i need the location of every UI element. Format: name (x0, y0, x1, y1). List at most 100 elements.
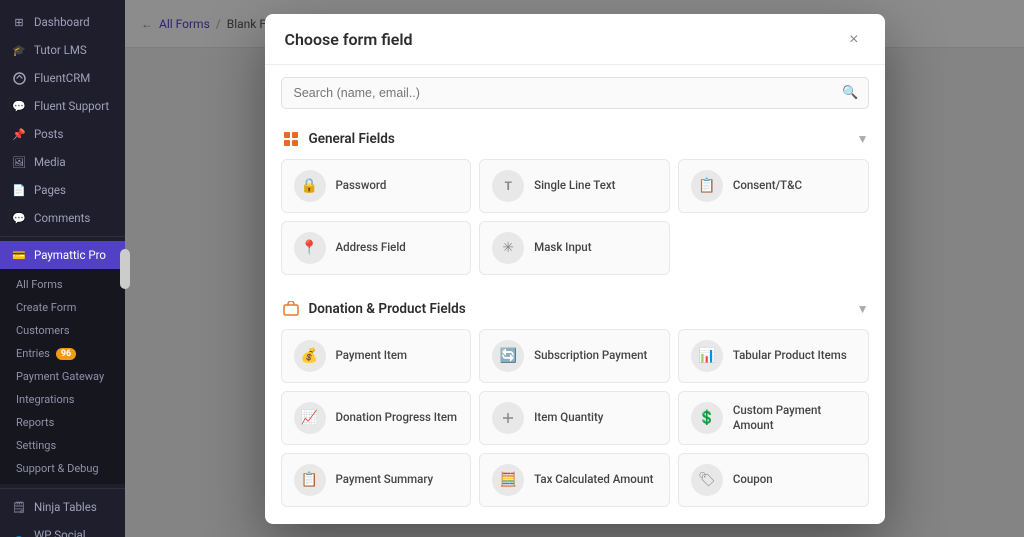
sidebar-item-fluent-crm[interactable]: FluentCRM (0, 64, 125, 92)
field-icon-coupon: 🏷 (691, 464, 723, 496)
field-item-subscription-payment[interactable]: 🔄 Subscription Payment (479, 329, 670, 383)
modal-search-area: 🔍 (265, 65, 885, 121)
sub-item-reports[interactable]: Reports (0, 411, 125, 434)
sidebar-item-wp-social-ninja[interactable]: 🌐 WP Social Ninja (0, 521, 125, 537)
field-label-password: Password (336, 178, 387, 193)
donation-product-fields-grid: 💰 Payment Item 🔄 Subscription Payment 📊 … (281, 329, 869, 507)
fluent-crm-icon (12, 71, 26, 85)
field-item-tabular-product-items[interactable]: 📊 Tabular Product Items (678, 329, 869, 383)
field-label-mask-input: Mask Input (534, 240, 591, 255)
field-icon-consent-tc: 📋 (691, 170, 723, 202)
sidebar-item-label: Dashboard (34, 15, 90, 29)
modal-close-button[interactable]: × (843, 30, 864, 50)
sidebar-item-pages[interactable]: 📄 Pages (0, 176, 125, 204)
field-item-custom-payment-amount[interactable]: 💲 Custom Payment Amount (678, 391, 869, 445)
modal-title: Choose form field (285, 30, 413, 49)
sidebar-item-posts[interactable]: 📌 Posts (0, 120, 125, 148)
sidebar-item-label: Pages (34, 183, 66, 197)
field-label-consent-tc: Consent/T&C (733, 178, 802, 193)
section-title-row: General Fields (281, 129, 395, 149)
sidebar-item-dashboard[interactable]: ⊞ Dashboard (0, 8, 125, 36)
section-title-row-2: Donation & Product Fields (281, 299, 466, 319)
field-item-payment-item[interactable]: 💰 Payment Item (281, 329, 472, 383)
pages-icon: 📄 (12, 183, 26, 197)
donation-product-fields-icon (281, 299, 301, 319)
posts-icon: 📌 (12, 127, 26, 141)
donation-product-fields-title: Donation & Product Fields (309, 301, 466, 317)
field-item-coupon[interactable]: 🏷 Coupon (678, 453, 869, 507)
sidebar-divider-2 (0, 488, 125, 489)
field-item-password[interactable]: 🔒 Password (281, 159, 472, 213)
section-donation-product-fields-header[interactable]: Donation & Product Fields ▼ (281, 291, 869, 329)
section-general-fields-header[interactable]: General Fields ▼ (281, 121, 869, 159)
sidebar-top: ⊞ Dashboard 🎓 Tutor LMS FluentCRM 💬 Flue… (0, 0, 125, 537)
sub-item-label: Payment Gateway (16, 370, 104, 383)
modal-dialog: Choose form field × 🔍 (265, 14, 885, 524)
sidebar-item-label: FluentCRM (34, 71, 90, 85)
field-label-payment-summary: Payment Summary (336, 472, 434, 487)
fluent-support-icon: 💬 (12, 99, 26, 113)
sidebar-item-tutor-lms[interactable]: 🎓 Tutor LMS (0, 36, 125, 64)
field-item-donation-progress-item[interactable]: 📈 Donation Progress Item (281, 391, 472, 445)
sub-item-label: Integrations (16, 393, 74, 406)
general-fields-chevron: ▼ (857, 132, 869, 146)
sub-item-settings[interactable]: Settings (0, 434, 125, 457)
sidebar-item-comments[interactable]: 💬 Comments (0, 204, 125, 232)
general-fields-title: General Fields (309, 131, 395, 147)
field-label-payment-item: Payment Item (336, 348, 408, 363)
field-icon-tabular-product-items: 📊 (691, 340, 723, 372)
sidebar-divider (0, 236, 125, 237)
section-payment-method-fields: Payment Method Fields ▼ 💳 Choose Payment… (281, 523, 869, 524)
field-item-payment-summary[interactable]: 📋 Payment Summary (281, 453, 472, 507)
field-label-single-line-text: Single Line Text (534, 178, 615, 193)
field-item-mask-input[interactable]: ✳ Mask Input (479, 221, 670, 275)
field-item-single-line-text[interactable]: T Single Line Text (479, 159, 670, 213)
sub-item-label: Reports (16, 416, 54, 429)
sidebar-item-label: Posts (34, 127, 63, 141)
sidebar-item-label: WP Social Ninja (34, 528, 113, 537)
dashboard-icon: ⊞ (12, 15, 26, 29)
field-icon-donation-progress-item: 📈 (294, 402, 326, 434)
field-icon-subscription-payment: 🔄 (492, 340, 524, 372)
sidebar-item-media[interactable]: 🖼 Media (0, 148, 125, 176)
field-item-address-field[interactable]: 📍 Address Field (281, 221, 472, 275)
sidebar-item-label: Comments (34, 211, 90, 225)
sidebar-item-fluent-support[interactable]: 💬 Fluent Support (0, 92, 125, 120)
sub-item-all-forms[interactable]: All Forms (0, 273, 125, 296)
section-donation-product-fields: Donation & Product Fields ▼ 💰 Payment It… (281, 291, 869, 507)
ninja-tables-icon: 🗒 (12, 500, 26, 514)
sub-item-customers[interactable]: Customers (0, 319, 125, 342)
sub-item-label: Support & Debug (16, 462, 99, 475)
field-icon-address-field: 📍 (294, 232, 326, 264)
sub-item-label: Customers (16, 324, 70, 337)
entries-badge: 96 (56, 348, 76, 360)
field-label-subscription-payment: Subscription Payment (534, 348, 647, 363)
field-item-item-quantity[interactable]: Item Quantity (479, 391, 670, 445)
sub-item-create-form[interactable]: Create Form (0, 296, 125, 319)
sub-item-payment-gateway[interactable]: Payment Gateway (0, 365, 125, 388)
field-icon-tax-calculated-amount: 🧮 (492, 464, 524, 496)
field-icon-mask-input: ✳ (492, 232, 524, 264)
modal-body[interactable]: General Fields ▼ 🔒 Password T Single Lin… (265, 121, 885, 524)
sub-item-support-debug[interactable]: Support & Debug (0, 457, 125, 480)
field-item-tax-calculated-amount[interactable]: 🧮 Tax Calculated Amount (479, 453, 670, 507)
field-item-consent-tc[interactable]: 📋 Consent/T&C (678, 159, 869, 213)
field-icon-payment-summary: 📋 (294, 464, 326, 496)
field-label-address-field: Address Field (336, 240, 406, 255)
sidebar: ⊞ Dashboard 🎓 Tutor LMS FluentCRM 💬 Flue… (0, 0, 125, 537)
search-input[interactable] (281, 77, 869, 109)
sub-item-integrations[interactable]: Integrations (0, 388, 125, 411)
sub-item-entries[interactable]: Entries 96 (0, 342, 125, 365)
field-label-tax-calculated-amount: Tax Calculated Amount (534, 472, 653, 487)
modal-overlay[interactable]: Choose form field × 🔍 (125, 0, 1024, 537)
field-icon-password: 🔒 (294, 170, 326, 202)
sidebar-item-ninja-tables[interactable]: 🗒 Ninja Tables (0, 493, 125, 521)
field-icon-payment-item: 💰 (294, 340, 326, 372)
sub-item-label: All Forms (16, 278, 63, 291)
section-payment-method-fields-header[interactable]: Payment Method Fields ▼ (281, 523, 869, 524)
sub-item-label: Entries (16, 347, 50, 360)
sidebar-item-paymattic-pro[interactable]: 💳 Paymattic Pro (0, 241, 125, 269)
sub-item-label: Settings (16, 439, 56, 452)
resize-handle[interactable] (120, 249, 130, 289)
tutor-lms-icon: 🎓 (12, 43, 26, 57)
